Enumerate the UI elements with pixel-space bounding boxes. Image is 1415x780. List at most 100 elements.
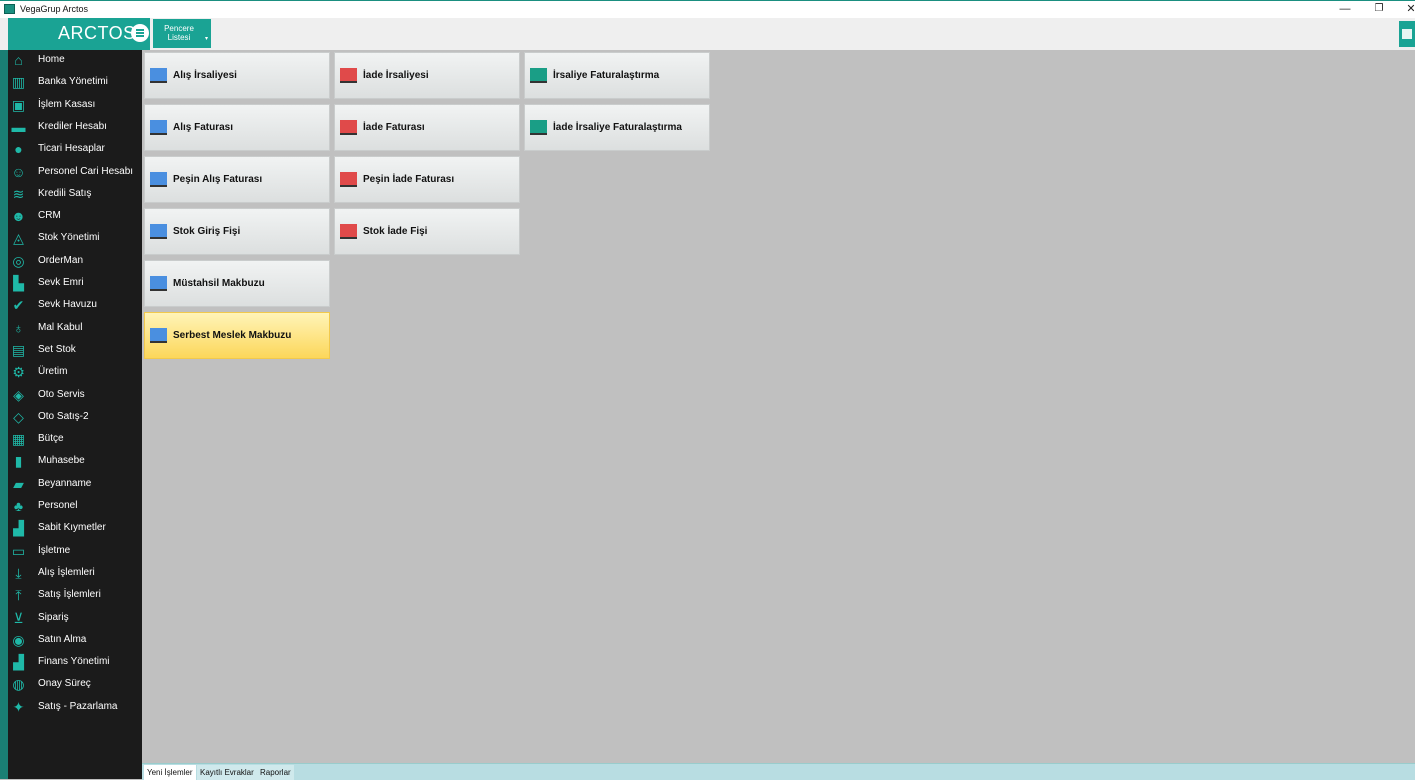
dispatch-icon: ▙ xyxy=(13,275,24,291)
restore-button[interactable]: ❐ xyxy=(1368,2,1390,16)
sidebar-item[interactable]: ⤓ Alış İşlemleri xyxy=(8,563,142,585)
tile-label: Serbest Meslek Makbuzu xyxy=(173,330,292,341)
sidebar-item[interactable]: ◇ Oto Satış-2 xyxy=(8,407,142,429)
window-title: VegaGrup Arctos xyxy=(20,4,89,14)
car-service-icon: ◈ xyxy=(13,386,24,403)
sidebar-item-label: Sabit Kıymetler xyxy=(38,522,106,534)
window-list-button[interactable]: Pencere Listesi ▾ xyxy=(153,19,211,48)
sidebar-item[interactable]: ▮ Muhasebe xyxy=(8,451,142,473)
sidebar-item[interactable]: ♁ Mal Kabul xyxy=(8,318,142,340)
sidebar-item[interactable]: ◉ Satın Alma xyxy=(8,630,142,652)
sidebar-item[interactable]: ▙ Sevk Emri xyxy=(8,273,142,295)
sidebar-item[interactable]: ▬ Krediler Hesabı xyxy=(8,117,142,139)
sidebar-item-label: Stok Yönetimi xyxy=(38,232,100,244)
sidebar-item[interactable]: ✦ Satış - Pazarlama xyxy=(8,697,142,719)
bottom-tab[interactable]: Kayıtlı Evraklar xyxy=(197,765,257,780)
sidebar-item[interactable]: ▥ Banka Yönetimi xyxy=(8,72,142,94)
bottom-tab[interactable]: Raporlar xyxy=(257,765,294,780)
tile-button[interactable]: Alış İrsaliyesi xyxy=(144,52,330,99)
close-button[interactable]: ✕ xyxy=(1400,2,1415,16)
tile-button[interactable]: İade İrsaliyesi xyxy=(334,52,520,99)
sidebar-item[interactable]: ✔ Sevk Havuzu xyxy=(8,295,142,317)
document-icon xyxy=(340,172,357,187)
briefcase-icon: ▰ xyxy=(13,475,24,492)
set-stock-icon: ▤ xyxy=(11,341,26,358)
sidebar-item[interactable]: ▰ Beyanname xyxy=(8,474,142,496)
minimize-button[interactable]: — xyxy=(1334,2,1356,16)
sidebar-item[interactable]: ▣ İşlem Kasası xyxy=(8,95,142,117)
money-icon: ≋ xyxy=(12,185,25,202)
tile-label: İade Faturası xyxy=(363,122,425,133)
sidebar-item[interactable]: ◍ Onay Süreç xyxy=(8,674,142,696)
sidebar-item-label: Beyanname xyxy=(38,477,92,489)
sidebar-item[interactable]: ≋ Kredili Satış xyxy=(8,184,142,206)
sidebar-item-label: Ticari Hesaplar xyxy=(38,143,105,155)
tile-button[interactable]: Stok Giriş Fişi xyxy=(144,208,330,255)
sidebar-item[interactable]: ◈ Oto Servis xyxy=(8,385,142,407)
sidebar-item-label: Kredili Satış xyxy=(38,187,92,199)
menu-toggle-icon[interactable] xyxy=(131,24,149,42)
sidebar-item[interactable]: ⚙ Üretim xyxy=(8,362,142,384)
document-icon xyxy=(150,224,167,239)
tile-button[interactable]: İade Faturası xyxy=(334,104,520,151)
document-icon xyxy=(340,224,357,239)
sidebar-item[interactable]: ◎ OrderMan xyxy=(8,251,142,273)
sidebar-item-label: Muhasebe xyxy=(38,455,85,467)
check-icon: ✔ xyxy=(12,297,25,314)
tile-button[interactable]: Müstahsil Makbuzu xyxy=(144,260,330,307)
tile-button[interactable]: Serbest Meslek Makbuzu xyxy=(144,312,330,359)
goods-receipt-icon: ♁ xyxy=(13,319,24,336)
document-icon xyxy=(150,120,167,135)
sidebar-item-label: Alış İşlemleri xyxy=(38,566,95,578)
sidebar-item-label: Üretim xyxy=(38,366,68,378)
title-bar: VegaGrup Arctos — ❐ ✕ xyxy=(0,0,1415,18)
sidebar-item-label: Krediler Hesabı xyxy=(38,120,107,132)
sidebar-item[interactable]: ▭ İşletme xyxy=(8,541,142,563)
app-icon xyxy=(4,4,15,14)
sidebar-item-label: Onay Süreç xyxy=(38,678,91,690)
sidebar-item[interactable]: ☻ CRM xyxy=(8,206,142,228)
tile-label: Stok İade Fişi xyxy=(363,226,428,237)
document-icon xyxy=(150,276,167,291)
sidebar-item[interactable]: ⊻ Sipariş xyxy=(8,608,142,630)
sidebar-item[interactable]: ♣ Personel xyxy=(8,496,142,518)
sales-icon: ⤒ xyxy=(15,587,22,604)
sidebar-item-label: OrderMan xyxy=(38,254,84,266)
sidebar-item-label: Sevk Emri xyxy=(38,277,84,288)
document-icon xyxy=(530,68,547,83)
tile-label: Alış İrsaliyesi xyxy=(173,70,237,81)
sidebar-item[interactable]: ▤ Set Stok xyxy=(8,340,142,362)
tile-button[interactable]: Alış Faturası xyxy=(144,104,330,151)
sidebar-item[interactable]: ● Ticari Hesaplar xyxy=(8,139,142,161)
document-icon xyxy=(340,120,357,135)
tile-button[interactable]: Peşin İade Faturası xyxy=(334,156,520,203)
bottom-tab[interactable]: Yeni İşlemler xyxy=(144,765,196,780)
sidebar-item-label: Satış İşlemleri xyxy=(38,589,101,601)
handshake-icon: ◉ xyxy=(12,631,25,648)
people-icon: ☺ xyxy=(11,163,26,180)
sidebar-item[interactable]: ▦ Bütçe xyxy=(8,429,142,451)
sidebar-item[interactable]: ⤒ Satış İşlemleri xyxy=(8,585,142,607)
monitor-icon: ▭ xyxy=(11,542,26,559)
sidebar-item-label: Personel xyxy=(38,500,78,511)
car-sales-icon: ◇ xyxy=(13,408,24,425)
sidebar-item[interactable]: ⌂ Home xyxy=(8,50,142,72)
tile-button[interactable]: Peşin Alış Faturası xyxy=(144,156,330,203)
tile-button[interactable]: İade İrsaliye Faturalaştırma xyxy=(524,104,710,151)
tile-button[interactable]: Stok İade Fişi xyxy=(334,208,520,255)
runner-icon: ✦ xyxy=(12,698,25,715)
header-toolbar: ARCTOS Pencere Listesi ▾ xyxy=(0,18,1415,51)
sidebar-item-label: Set Stok xyxy=(38,343,76,355)
sidebar-item[interactable]: ▟ Finans Yönetimi xyxy=(8,652,142,674)
tile-button[interactable]: İrsaliye Faturalaştırma xyxy=(524,52,710,99)
sidebar-item[interactable]: ◬ Stok Yönetimi xyxy=(8,228,142,250)
side-panel-toggle-button[interactable] xyxy=(1399,21,1415,47)
finance-chart-icon: ▟ xyxy=(13,654,24,671)
sidebar-item[interactable]: ▟ Sabit Kıymetler xyxy=(8,518,142,540)
sidebar-item[interactable]: ☺ Personel Cari Hesabı xyxy=(8,162,142,184)
chevron-down-icon: ▾ xyxy=(204,36,208,42)
sidebar-item-label: Finans Yönetimi xyxy=(38,656,110,668)
sidebar-item-label: Sipariş xyxy=(38,611,69,623)
sidebar-item-label: Bütçe xyxy=(38,433,64,445)
document-icon xyxy=(150,68,167,83)
